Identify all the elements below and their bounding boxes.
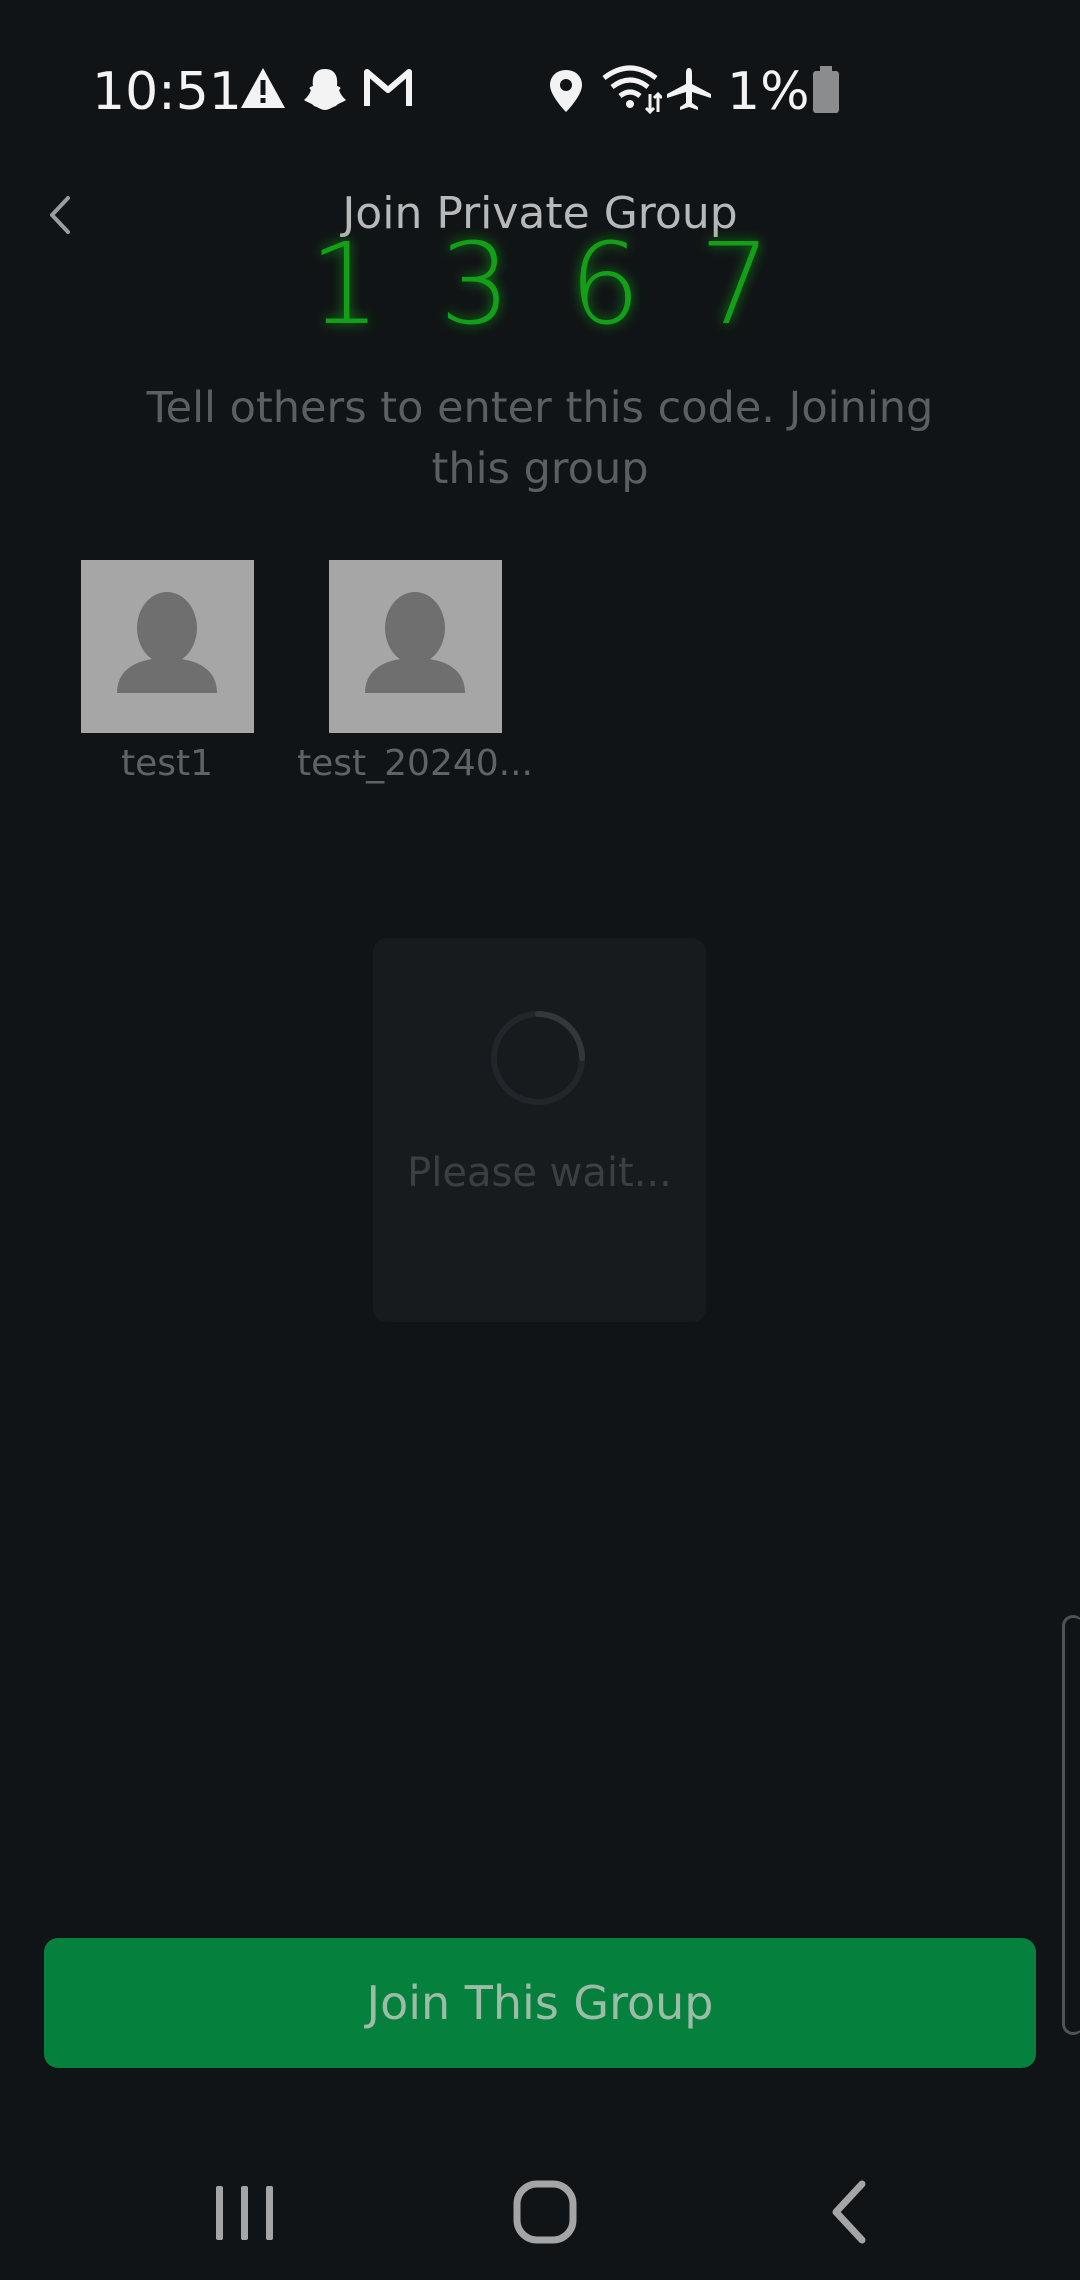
status-bar: 10:51 1% (0, 0, 1080, 185)
member-name: test1 (120, 743, 214, 784)
avatar (80, 560, 254, 733)
member-name: test_20240... (297, 743, 533, 784)
snapchat-icon (302, 66, 348, 116)
code-digit: 7 (699, 220, 771, 350)
back-icon (832, 2180, 866, 2244)
location-icon (546, 68, 586, 118)
status-time: 10:51 (92, 62, 242, 122)
scrollbar[interactable] (1062, 1615, 1080, 2035)
battery-icon (811, 66, 841, 118)
spinner-icon (491, 1011, 585, 1105)
warning-icon (240, 66, 286, 114)
person-placeholder-icon (116, 592, 217, 693)
recent-apps-icon (216, 2186, 273, 2240)
gmail-icon (363, 66, 413, 114)
home-button[interactable] (495, 2170, 595, 2250)
join-group-button[interactable]: Join This Group (44, 1938, 1036, 2068)
wifi-icon (600, 64, 664, 118)
home-icon (513, 2180, 577, 2244)
code-digit: 3 (439, 220, 511, 350)
code-digit: 6 (569, 220, 641, 350)
person-placeholder-icon (364, 592, 465, 693)
loading-dialog: Please wait... (373, 938, 706, 1322)
code-digit: 1 (309, 220, 381, 350)
airplane-icon (665, 66, 713, 116)
instructions-text: Tell others to enter this code. Joining … (146, 383, 934, 494)
system-nav-bar (0, 2140, 1080, 2280)
avatar (328, 560, 502, 733)
battery-percent: 1% (727, 62, 810, 122)
member-item[interactable]: test1 (47, 560, 287, 784)
member-item[interactable]: test_20240... (295, 560, 535, 784)
recent-apps-button[interactable] (195, 2170, 295, 2250)
loading-text: Please wait... (373, 1146, 706, 1200)
group-code: 1 3 6 7 (0, 220, 1080, 350)
nav-back-button[interactable] (800, 2170, 900, 2250)
loading-message: Please wait... (407, 1150, 672, 1196)
